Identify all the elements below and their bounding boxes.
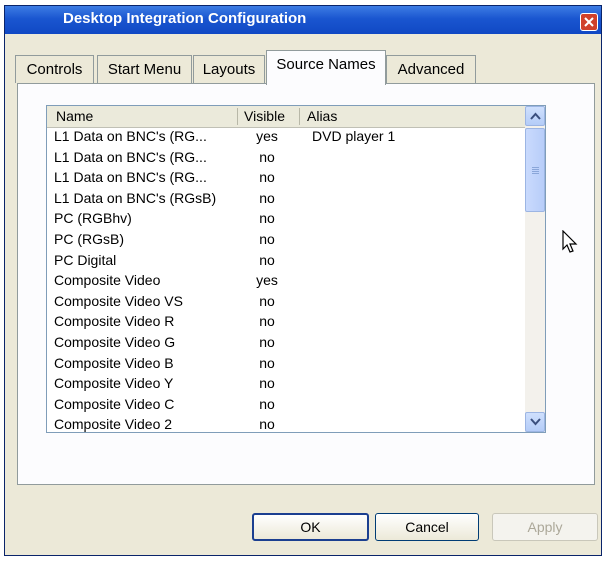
source-name: Composite Video R <box>54 313 175 330</box>
list-item[interactable]: PC (RGBhv) no <box>47 209 525 229</box>
scroll-down-button[interactable] <box>525 412 545 432</box>
source-names-list[interactable]: Name Visible Alias L1 Data on BNC's (RG.… <box>46 105 546 433</box>
source-visible: no <box>259 251 275 268</box>
column-header-alias[interactable]: Alias <box>307 108 337 124</box>
source-name: L1 Data on BNC's (RGsB) <box>54 189 217 206</box>
source-name: PC (RGBhv) <box>54 210 132 227</box>
list-header: Name Visible Alias <box>47 106 525 128</box>
tab-start-menu[interactable]: Start Menu <box>97 55 192 83</box>
source-visible: no <box>259 292 275 309</box>
list-item[interactable]: L1 Data on BNC's (RG... yes DVD player 1 <box>47 127 525 147</box>
source-visible: no <box>259 189 275 206</box>
source-visible: no <box>259 416 275 433</box>
tab-controls[interactable]: Controls <box>15 55 94 83</box>
source-visible: yes <box>256 272 278 289</box>
source-visible: no <box>259 148 275 165</box>
source-visible: no <box>259 210 275 227</box>
apply-label: Apply <box>527 519 563 535</box>
column-header-name[interactable]: Name <box>56 108 93 124</box>
source-visible: no <box>259 313 275 330</box>
tab-label: Advanced <box>397 61 465 78</box>
list-item[interactable]: PC Digital no <box>47 251 525 271</box>
list-item[interactable]: Composite Video 2 no <box>47 415 525 433</box>
list-item[interactable]: Composite Video VS no <box>47 292 525 312</box>
source-visible: no <box>259 375 275 392</box>
source-name: L1 Data on BNC's (RG... <box>54 128 207 144</box>
dialog-window: Desktop Integration Configuration Contro… <box>4 5 602 556</box>
source-name: Composite Video VS <box>54 292 183 309</box>
source-name: L1 Data on BNC's (RG... <box>54 148 207 165</box>
source-name: Composite Video B <box>54 354 174 371</box>
source-name: Composite Video G <box>54 334 176 350</box>
tab-panel-source-names: Name Visible Alias L1 Data on BNC's (RG.… <box>17 83 595 485</box>
source-visible: no <box>259 395 275 412</box>
tab-label: Layouts <box>202 61 256 78</box>
tab-label: Source Names <box>276 56 376 73</box>
source-visible: no <box>259 231 275 247</box>
scroll-thumb[interactable] <box>525 128 545 212</box>
tab-label: Start Menu <box>107 61 182 78</box>
source-name: Composite Video C <box>54 395 175 412</box>
source-name: Composite Video Y <box>54 375 174 392</box>
source-name: Composite Video <box>54 272 161 289</box>
tab-label: Controls <box>26 61 83 78</box>
source-name: Composite Video 2 <box>54 416 173 433</box>
list-item[interactable]: Composite Video Y no <box>47 374 525 394</box>
source-name: PC (RGsB) <box>54 231 124 247</box>
list-item[interactable]: L1 Data on BNC's (RG... no <box>47 168 525 188</box>
list-item[interactable]: Composite Video B no <box>47 354 525 374</box>
chevron-up-icon <box>530 112 541 120</box>
column-header-visible[interactable]: Visible <box>244 108 285 124</box>
mouse-pointer-icon <box>562 229 578 259</box>
ok-label: OK <box>300 519 321 535</box>
vertical-scrollbar[interactable] <box>525 106 545 432</box>
list-item[interactable]: L1 Data on BNC's (RG... no <box>47 148 525 168</box>
source-name: PC Digital <box>54 251 117 268</box>
tab-advanced[interactable]: Advanced <box>386 55 476 83</box>
list-item[interactable]: Composite Video yes <box>47 271 525 291</box>
cancel-label: Cancel <box>405 519 449 535</box>
source-visible: no <box>259 334 275 350</box>
close-icon <box>584 17 594 27</box>
chevron-down-icon <box>530 418 541 426</box>
tab-layouts[interactable]: Layouts <box>193 55 265 83</box>
apply-button[interactable]: Apply <box>492 513 598 541</box>
title-bar[interactable]: Desktop Integration Configuration <box>5 6 601 34</box>
source-visible: no <box>259 354 275 371</box>
list-item[interactable]: L1 Data on BNC's (RGsB) no <box>47 189 525 209</box>
list-item[interactable]: Composite Video G no <box>47 333 525 353</box>
cancel-button[interactable]: Cancel <box>375 513 479 541</box>
window-title: Desktop Integration Configuration <box>63 10 307 27</box>
source-visible: yes <box>256 128 278 144</box>
source-name: L1 Data on BNC's (RG... <box>54 169 207 186</box>
close-button[interactable] <box>580 13 598 31</box>
scroll-up-button[interactable] <box>525 106 545 126</box>
ok-button[interactable]: OK <box>252 513 369 541</box>
list-rows: L1 Data on BNC's (RG... yes DVD player 1 L1… <box>47 127 525 432</box>
list-item[interactable]: Composite Video C no <box>47 395 525 415</box>
source-alias: DVD player 1 <box>312 128 396 144</box>
source-visible: no <box>259 169 275 186</box>
tab-source-names[interactable]: Source Names <box>266 50 386 85</box>
list-item[interactable]: Composite Video R no <box>47 312 525 332</box>
list-item[interactable]: PC (RGsB) no <box>47 230 525 250</box>
